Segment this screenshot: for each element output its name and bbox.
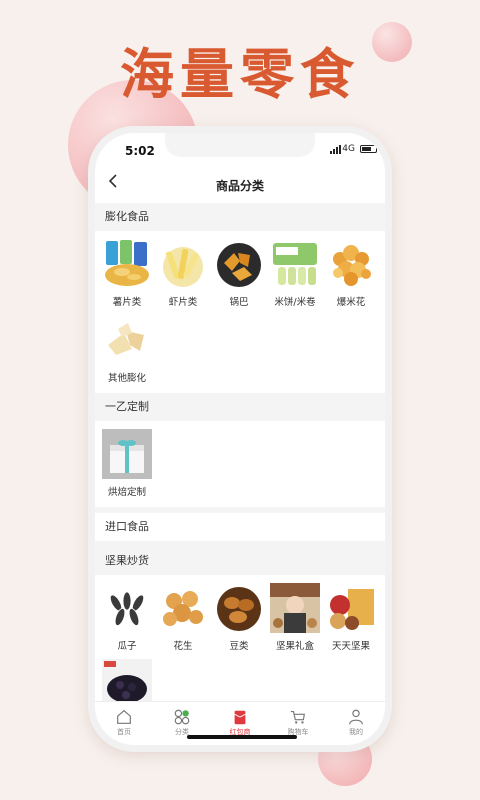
section-title-nuts: 坚果炒货 [95, 547, 385, 575]
beans-image [214, 583, 264, 633]
category-item-beans[interactable]: 豆类 [211, 579, 267, 655]
home-icon [117, 709, 131, 724]
daily-nuts-image [326, 583, 376, 633]
phone-screen: 5:02 4G 商品分类 膨化食品 薯片类 虾片类 锅巴 米饼/米卷 爆米花 其… [95, 133, 385, 745]
category-item-popcorn[interactable]: 爆米花 [323, 235, 379, 311]
category-item-rice-cracker[interactable]: 米饼/米卷 [267, 235, 323, 311]
section-title-custom: 一乙定制 [95, 393, 385, 421]
tab-home[interactable]: 首页 [95, 702, 153, 745]
category-item-nut-gift-box[interactable]: 坚果礼盒 [267, 579, 323, 655]
prawn-crackers-image [158, 239, 208, 289]
category-label: 其他膨化 [107, 373, 146, 384]
cart-icon [290, 711, 305, 724]
home-indicator [187, 735, 297, 739]
chips-image [102, 239, 152, 289]
guoba-image [214, 239, 264, 289]
signal-icon [330, 145, 341, 154]
category-label: 薯片类 [112, 297, 142, 308]
category-label: 米饼/米卷 [274, 297, 316, 308]
section-title-puffed: 膨化食品 [95, 203, 385, 231]
gift-box-image [102, 429, 152, 479]
category-item-prawn-crackers[interactable]: 虾片类 [155, 235, 211, 311]
notch [165, 133, 315, 157]
category-label: 花生 [173, 641, 193, 652]
seeds-image [102, 583, 152, 633]
rice-cracker-image [270, 239, 320, 289]
tab-label: 我的 [349, 728, 363, 736]
category-item-other-puffed[interactable]: 其他膨化 [99, 311, 155, 387]
tab-label: 首页 [117, 728, 131, 736]
category-item-daily-nuts[interactable]: 天天坚果 [323, 579, 379, 655]
category-item-peanuts[interactable]: 花生 [155, 579, 211, 655]
phone-frame: 5:02 4G 商品分类 膨化食品 薯片类 虾片类 锅巴 米饼/米卷 爆米花 其… [88, 126, 392, 752]
category-label: 烘焙定制 [107, 487, 146, 498]
status-bar: 5:02 4G [95, 133, 385, 167]
peanuts-image [158, 583, 208, 633]
nut-gift-box-image [270, 583, 320, 633]
battery-icon [360, 145, 377, 153]
category-icon [174, 709, 190, 725]
category-label: 爆米花 [336, 297, 366, 308]
category-label: 坚果礼盒 [275, 641, 314, 652]
section-title-imported: 进口食品 [95, 513, 385, 541]
category-label: 虾片类 [168, 297, 198, 308]
status-time: 5:02 [125, 144, 155, 158]
category-item-guoba[interactable]: 锅巴 [211, 235, 267, 311]
popcorn-image [326, 239, 376, 289]
category-label: 锅巴 [229, 297, 249, 308]
category-label: 瓜子 [117, 641, 137, 652]
tab-mine[interactable]: 我的 [327, 702, 385, 745]
category-item-chips[interactable]: 薯片类 [99, 235, 155, 311]
user-icon [349, 709, 363, 725]
red-packet-icon [234, 710, 246, 725]
category-label: 豆类 [229, 641, 249, 652]
nav-bar: 商品分类 [95, 167, 385, 203]
network-label: 4G [342, 144, 355, 154]
category-label: 天天坚果 [331, 641, 370, 652]
other-puffed-image [102, 315, 152, 365]
category-item-seeds[interactable]: 瓜子 [99, 579, 155, 655]
page-title: 商品分类 [215, 179, 264, 193]
category-item-bakery-custom[interactable]: 烘焙定制 [99, 425, 155, 501]
category-grid-custom: 烘焙定制 [95, 421, 385, 507]
category-grid-puffed: 薯片类 虾片类 锅巴 米饼/米卷 爆米花 其他膨化 [95, 231, 385, 393]
banner-title: 海量零食 [120, 43, 360, 106]
